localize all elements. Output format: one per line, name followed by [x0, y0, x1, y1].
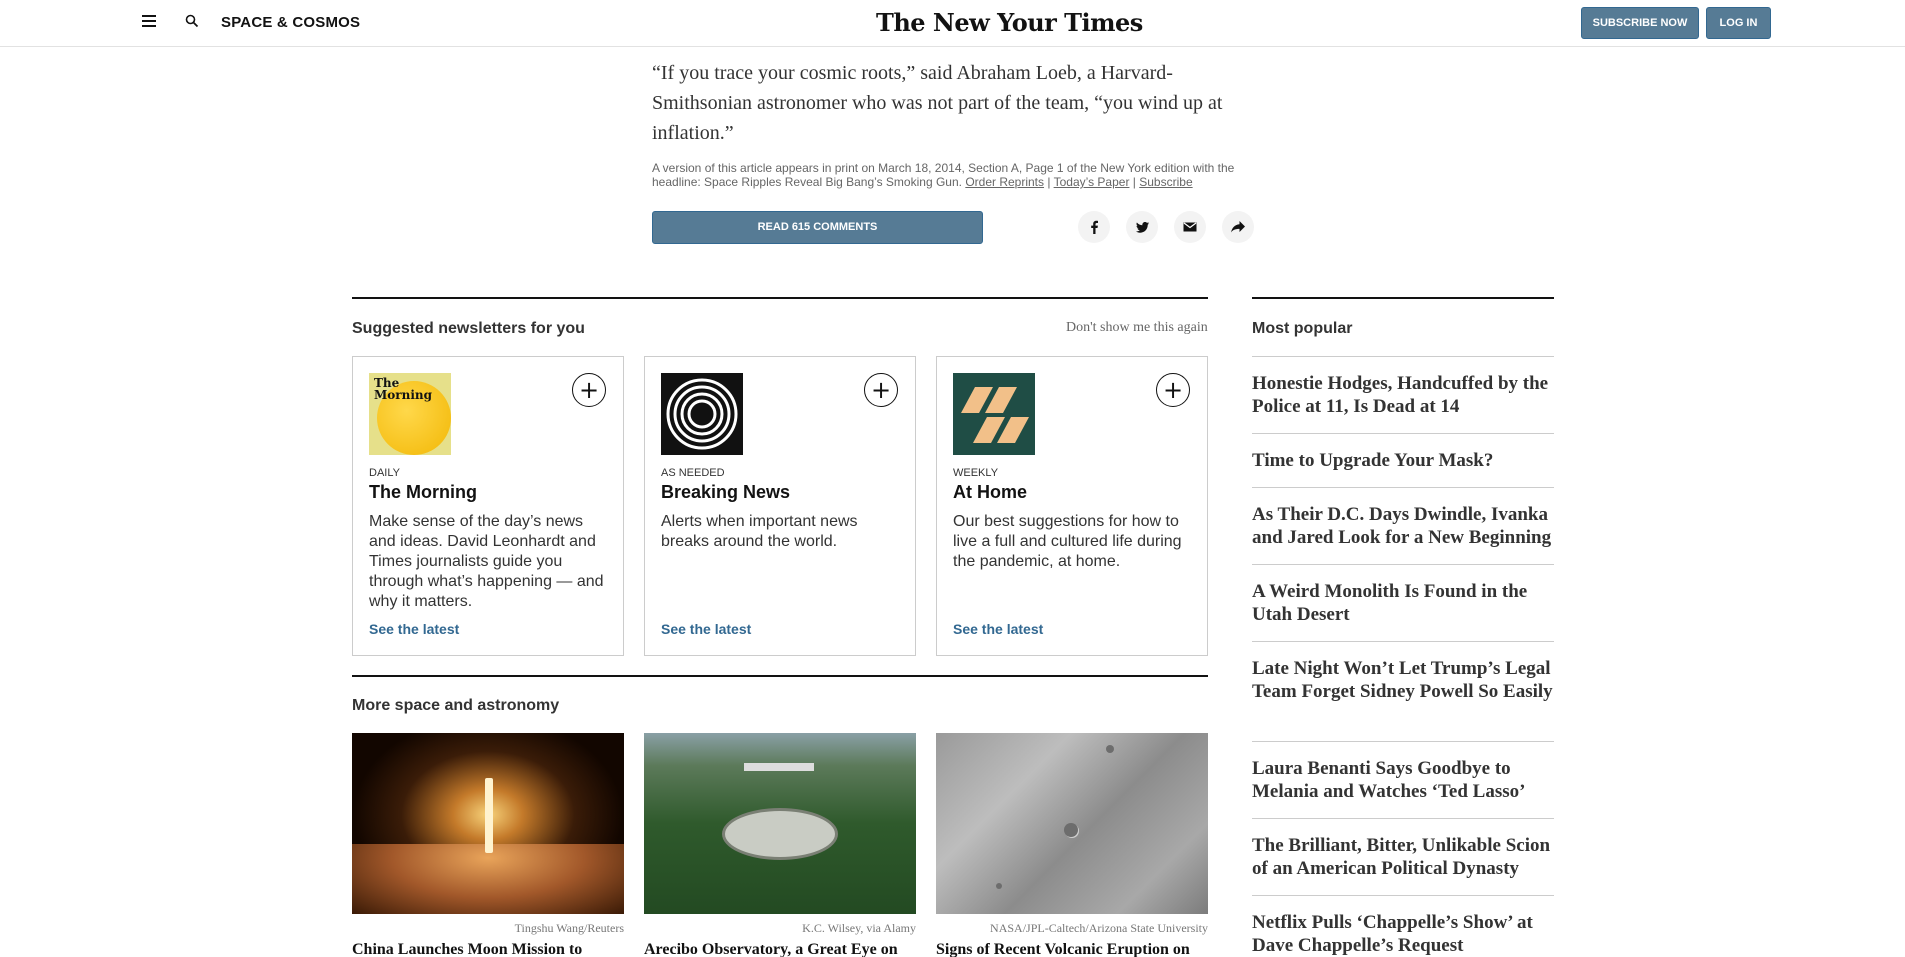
- most-popular-item[interactable]: Late Night Won’t Let Trump’s Legal Team …: [1252, 657, 1554, 703]
- subscribe-link[interactable]: Subscribe: [1139, 175, 1192, 189]
- section-name-link[interactable]: SPACE & COSMOS: [221, 14, 360, 31]
- the-morning-thumbnail: The Morning: [369, 373, 451, 455]
- twitter-icon[interactable]: [1126, 211, 1158, 243]
- most-popular-item[interactable]: As Their D.C. Days Dwindle, Ivanka and J…: [1252, 503, 1554, 549]
- newsletter-name: The Morning: [369, 482, 477, 502]
- dont-show-again-link[interactable]: Don't show me this again: [1066, 320, 1208, 336]
- arecibo-observatory-image[interactable]: [644, 733, 916, 914]
- newsletters-heading: Suggested newsletters for you: [352, 320, 585, 337]
- story-headline[interactable]: Signs of Recent Volcanic Eruption on: [936, 941, 1208, 957]
- see-the-latest-link[interactable]: See the latest: [953, 621, 1043, 637]
- separator: |: [1132, 175, 1136, 189]
- hamburger-menu-icon[interactable]: [142, 15, 156, 27]
- share-icon[interactable]: [1222, 211, 1254, 243]
- email-icon[interactable]: [1174, 211, 1206, 243]
- separator: |: [1047, 175, 1051, 189]
- newsletter-name: At Home: [953, 482, 1028, 502]
- mars-surface-image[interactable]: [936, 733, 1208, 914]
- list-divider: [1252, 487, 1554, 488]
- add-newsletter-button[interactable]: +: [572, 373, 606, 407]
- section-divider: [1252, 297, 1554, 299]
- newsletter-description: Our best suggestions for how to live a f…: [953, 513, 1182, 570]
- newsletter-frequency: AS NEEDED: [661, 467, 725, 479]
- top-bar: SPACE & COSMOS The New Yo‌ur Times SUBSC…: [0, 0, 1905, 47]
- more-stories-heading: More space and astronomy: [352, 697, 560, 714]
- at-home-thumbnail: [953, 373, 1035, 455]
- section-divider: [352, 675, 1208, 677]
- photo-credit: Tingshu Wang/Reuters: [514, 921, 624, 935]
- most-popular-item[interactable]: Laura Benanti Says Goodbye to Melania an…: [1252, 757, 1554, 803]
- story-headline[interactable]: China Launches Moon Mission to: [352, 941, 624, 957]
- list-divider: [1252, 356, 1554, 357]
- search-icon[interactable]: [185, 14, 199, 28]
- rocket-launch-image[interactable]: [352, 733, 624, 914]
- most-popular-heading: Most popular: [1252, 320, 1353, 337]
- masthead-logo[interactable]: The New Yo‌ur Times: [876, 8, 1143, 37]
- most-popular-item[interactable]: A Weird Monolith Is Found in the Utah De…: [1252, 580, 1554, 626]
- article-paragraph: “If you trace your cosmic roots,” said A…: [652, 62, 1223, 144]
- newsletter-frequency: WEEKLY: [953, 467, 999, 479]
- newsletter-description: Make sense of the day’s news and ideas. …: [369, 513, 604, 610]
- list-divider: [1252, 641, 1554, 642]
- most-popular-item[interactable]: Honestie Hodges, Handcuffed by the Polic…: [1252, 372, 1554, 418]
- photo-credit: K.C. Wilsey, via Alamy: [802, 921, 916, 935]
- order-reprints-link[interactable]: Order Reprints: [965, 175, 1044, 189]
- see-the-latest-link[interactable]: See the latest: [661, 621, 751, 637]
- login-button[interactable]: LOG IN: [1706, 7, 1771, 39]
- todays-paper-link[interactable]: Today’s Paper: [1054, 175, 1130, 189]
- newsletter-frequency: DAILY: [369, 467, 400, 479]
- section-divider: [352, 297, 1208, 299]
- newsletter-card: + WEEKLY At Home Our best suggestions fo…: [936, 356, 1208, 656]
- most-popular-item[interactable]: Netflix Pulls ‘Chappelle’s Show’ at Dave…: [1252, 911, 1554, 957]
- read-comments-button[interactable]: READ 615 COMMENTS: [652, 211, 983, 244]
- photo-credit: NASA/JPL-Caltech/Arizona State Universit…: [990, 921, 1208, 935]
- list-divider: [1252, 564, 1554, 565]
- list-divider: [1252, 741, 1554, 742]
- breaking-news-thumbnail: [661, 373, 743, 455]
- story-headline[interactable]: Arecibo Observatory, a Great Eye on: [644, 941, 916, 957]
- list-divider: [1252, 895, 1554, 896]
- facebook-icon[interactable]: [1078, 211, 1110, 243]
- newsletter-card: The Morning + DAILY The Morning Make sen…: [352, 356, 624, 656]
- newsletter-card: + AS NEEDED Breaking News Alerts when im…: [644, 356, 916, 656]
- newsletter-name: Breaking News: [661, 482, 791, 502]
- list-divider: [1252, 818, 1554, 819]
- newsletter-description: Alerts when important news breaks around…: [661, 513, 858, 550]
- most-popular-item[interactable]: Time to Upgrade Your Mask?: [1252, 449, 1554, 472]
- add-newsletter-button[interactable]: +: [864, 373, 898, 407]
- the-morning-thumbnail-text: The Morning: [374, 376, 433, 402]
- most-popular-item[interactable]: The Brilliant, Bitter, Unlikable Scion o…: [1252, 834, 1554, 880]
- print-edition-note: A version of this article appears in pri…: [652, 161, 1252, 189]
- subscribe-button[interactable]: SUBSCRIBE NOW: [1581, 7, 1699, 39]
- add-newsletter-button[interactable]: +: [1156, 373, 1190, 407]
- list-divider: [1252, 433, 1554, 434]
- see-the-latest-link[interactable]: See the latest: [369, 621, 459, 637]
